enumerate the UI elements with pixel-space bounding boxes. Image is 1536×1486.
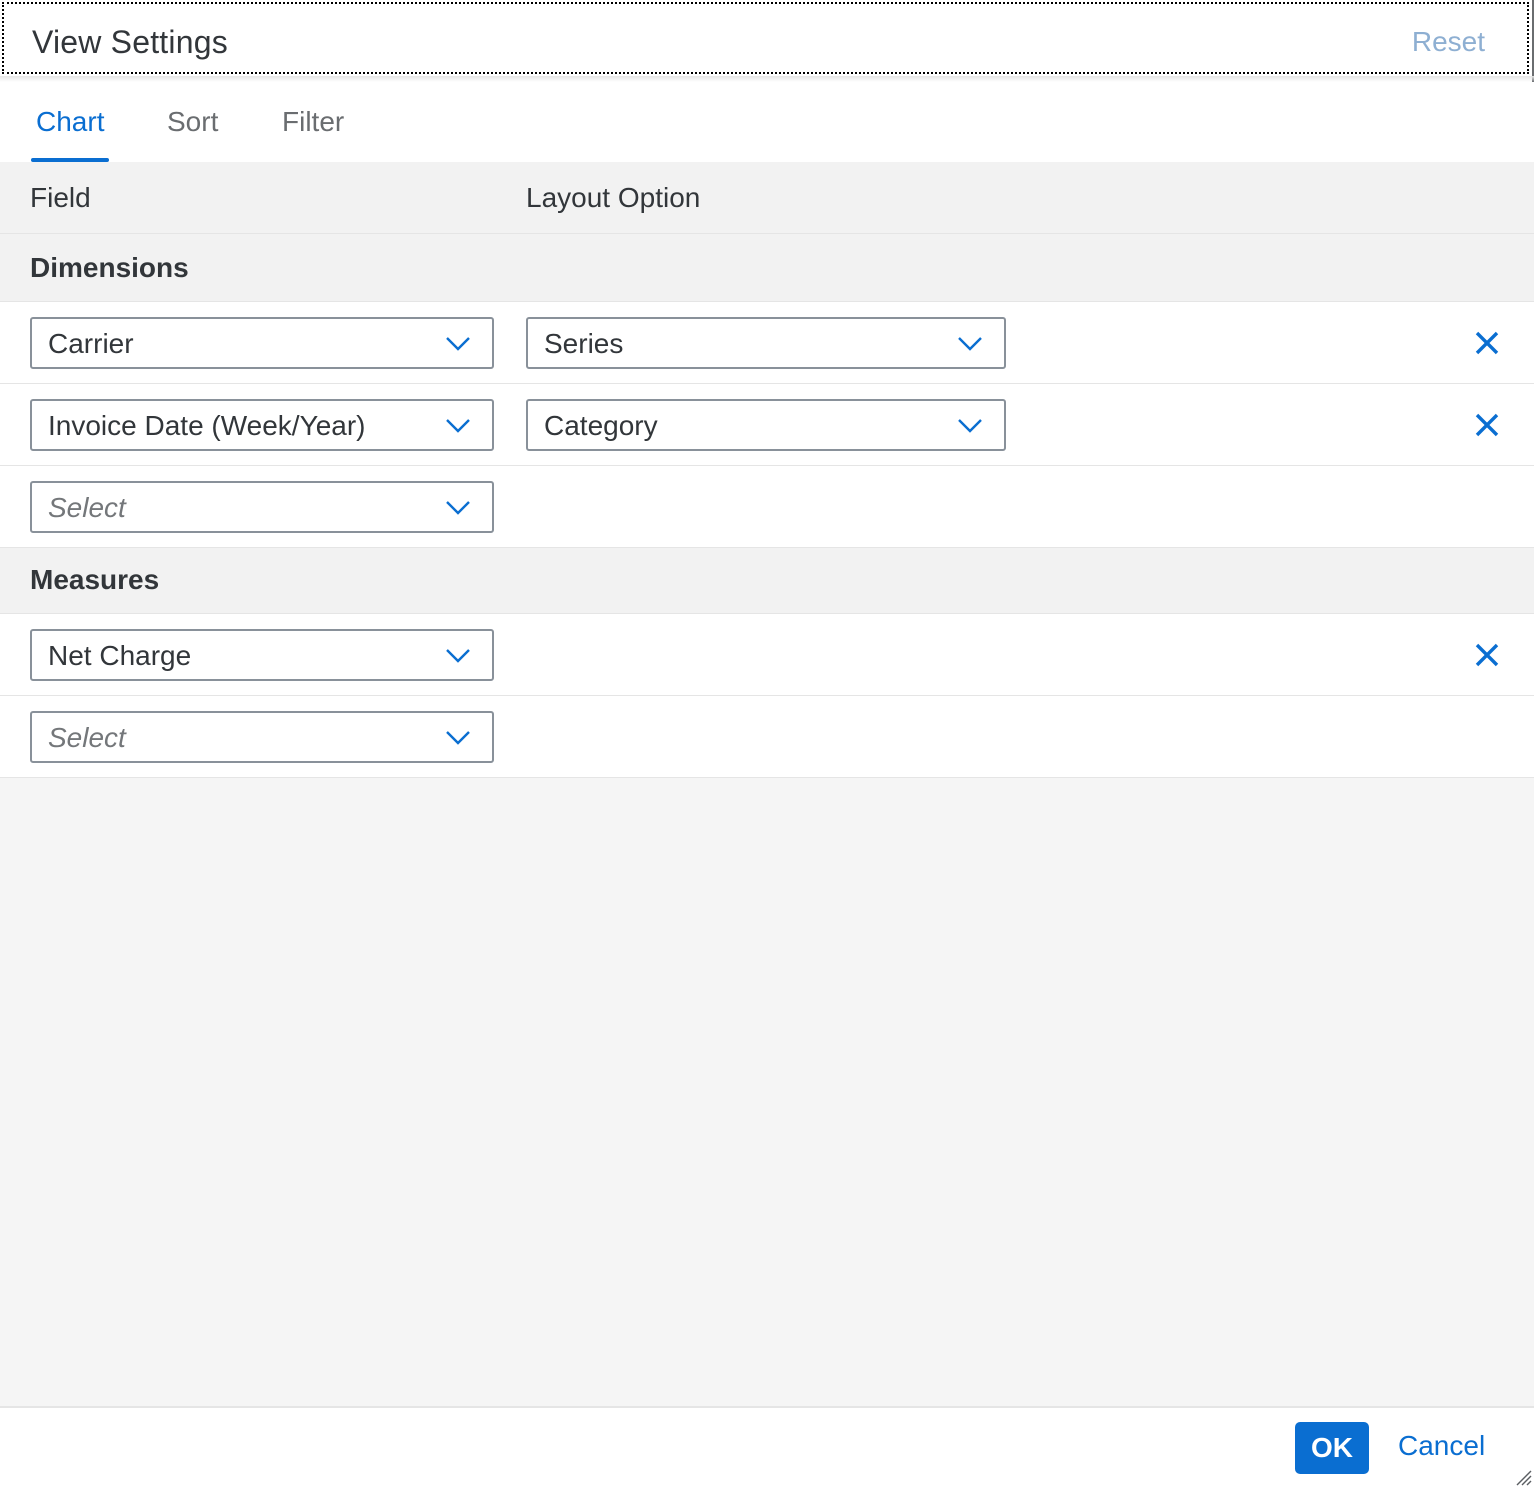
- chevron-down-icon: [446, 731, 470, 745]
- layout-option-select-value: Category: [544, 410, 658, 441]
- field-select-empty[interactable]: Select: [30, 711, 494, 763]
- field-select-value: Invoice Date (Week/Year): [48, 410, 366, 441]
- column-header-row: Field Layout Option: [0, 162, 1534, 234]
- dimension-row-new: Select: [0, 466, 1534, 548]
- field-select-placeholder: Select: [48, 722, 126, 753]
- measures-heading: Measures: [30, 564, 160, 595]
- chevron-down-icon: [958, 419, 982, 433]
- field-select-placeholder: Select: [48, 492, 126, 523]
- dimensions-heading: Dimensions: [30, 252, 189, 283]
- tab-chart[interactable]: Chart: [36, 106, 104, 138]
- dimensions-group-header: Dimensions: [0, 234, 1534, 302]
- tab-sort[interactable]: Sort: [167, 106, 218, 138]
- field-select-value: Net Charge: [48, 640, 192, 671]
- field-select-empty[interactable]: Select: [30, 481, 494, 533]
- measure-row-new: Select: [0, 696, 1534, 778]
- resize-grip-icon[interactable]: [1514, 1468, 1532, 1486]
- close-icon[interactable]: [1472, 328, 1502, 358]
- chevron-down-icon: [446, 337, 470, 351]
- layout-option-select[interactable]: Category: [526, 399, 1006, 451]
- dialog-footer: OK Cancel: [0, 1406, 1534, 1486]
- layout-option-select-value: Series: [544, 328, 624, 359]
- tab-bar: Chart Sort Filter: [0, 82, 1534, 162]
- dimension-row: Invoice Date (Week/Year) Category: [0, 384, 1534, 466]
- measure-row: Net Charge: [0, 614, 1534, 696]
- field-select[interactable]: Invoice Date (Week/Year): [30, 399, 494, 451]
- column-header-layout-option: Layout Option: [526, 182, 701, 213]
- close-icon[interactable]: [1472, 640, 1502, 670]
- tab-filter[interactable]: Filter: [282, 106, 344, 138]
- dialog-title: View Settings: [32, 24, 228, 60]
- cancel-button[interactable]: Cancel: [1398, 1430, 1485, 1462]
- close-icon[interactable]: [1472, 410, 1502, 440]
- reset-button[interactable]: Reset: [1412, 26, 1485, 58]
- field-select-value: Carrier: [48, 328, 134, 359]
- view-settings-dialog: View Settings Reset Chart Sort Filter Fi…: [0, 0, 1534, 1486]
- dialog-header: View Settings Reset: [2, 2, 1529, 74]
- column-header-field: Field: [30, 182, 91, 213]
- chevron-down-icon: [446, 649, 470, 663]
- layout-option-select[interactable]: Series: [526, 317, 1006, 369]
- chevron-down-icon: [958, 337, 982, 351]
- field-select[interactable]: Net Charge: [30, 629, 494, 681]
- empty-content-area: [0, 778, 1534, 1406]
- chevron-down-icon: [446, 501, 470, 515]
- dimension-row: Carrier Series: [0, 302, 1534, 384]
- measures-group-header: Measures: [0, 548, 1534, 614]
- chevron-down-icon: [446, 419, 470, 433]
- field-select[interactable]: Carrier: [30, 317, 494, 369]
- ok-button[interactable]: OK: [1295, 1422, 1369, 1474]
